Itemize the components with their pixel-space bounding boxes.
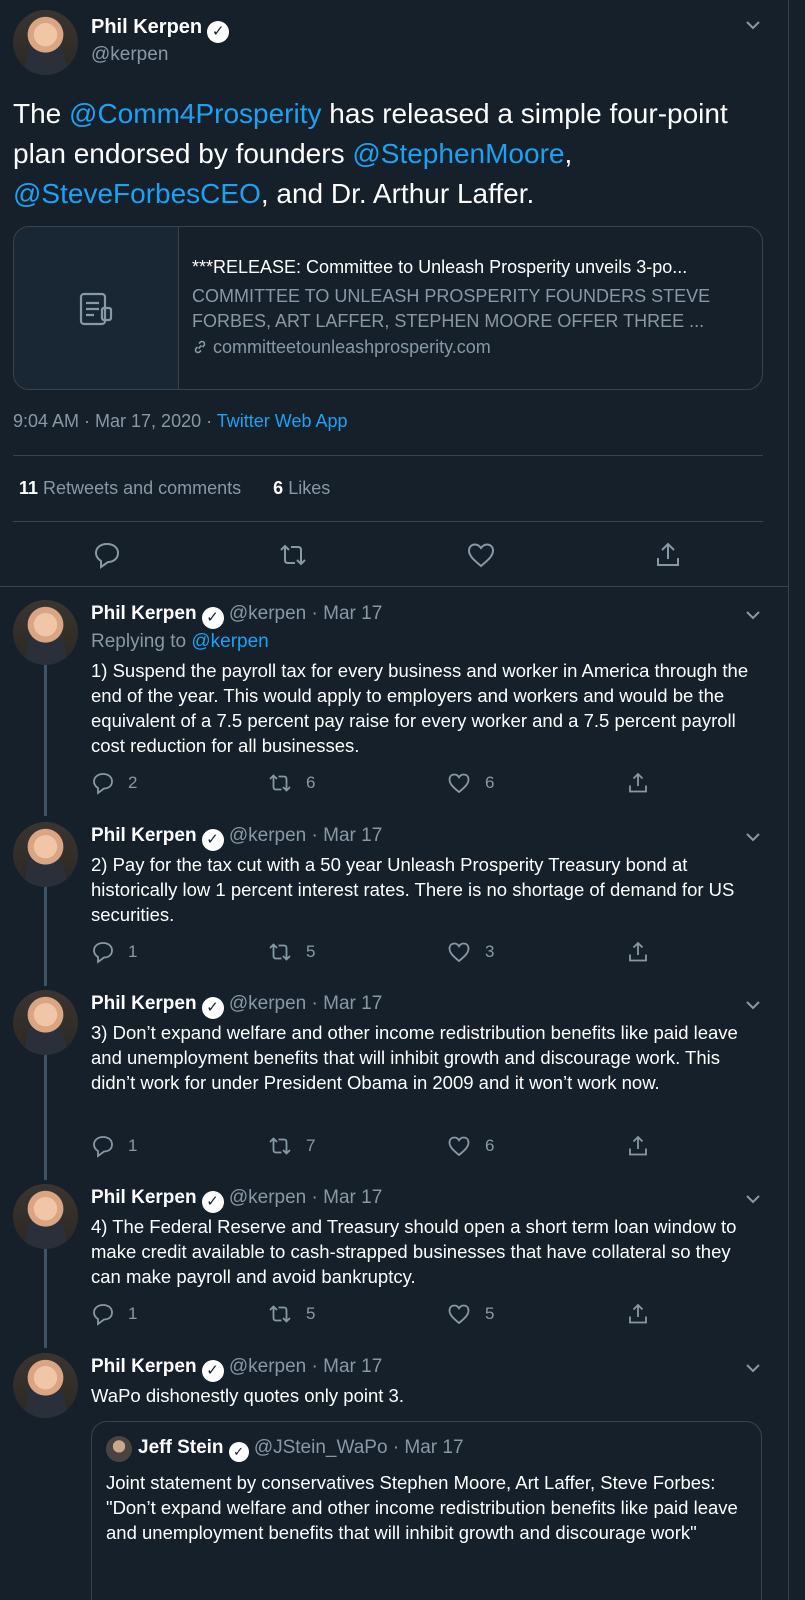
tweet-timestamp: 9:04 AM · Mar 17, 2020 · Twitter Web App bbox=[13, 411, 348, 431]
author-name[interactable]: Phil Kerpen ✓ bbox=[91, 16, 230, 43]
card-body: ***RELEASE: Committee to Unleash Prosper… bbox=[192, 257, 752, 358]
share-icon[interactable] bbox=[626, 1302, 650, 1326]
like-icon[interactable] bbox=[447, 771, 471, 795]
reply-icon[interactable] bbox=[91, 940, 115, 964]
chevron-down-icon[interactable] bbox=[744, 996, 762, 1014]
card-thumbnail bbox=[14, 227, 179, 389]
tweet-text: The @Comm4Prosperity has released a simp… bbox=[13, 98, 728, 209]
tweet-text: 2) Pay for the tax cut with a 50 year Un… bbox=[91, 854, 735, 925]
avatar bbox=[106, 1436, 132, 1462]
thread-line bbox=[44, 1248, 47, 1348]
chevron-down-icon[interactable] bbox=[744, 16, 762, 34]
author-handle[interactable]: @kerpen bbox=[91, 44, 168, 66]
mention-link[interactable]: @StephenMoore bbox=[352, 138, 564, 169]
like-icon[interactable] bbox=[447, 940, 471, 964]
retweet-icon[interactable] bbox=[278, 540, 308, 570]
chevron-down-icon[interactable] bbox=[744, 1190, 762, 1208]
retweet-icon[interactable] bbox=[268, 940, 292, 964]
tweet-thread: Phil Kerpen ✓ @kerpen The @Comm4Prosperit… bbox=[0, 0, 789, 1600]
quoted-tweet-header: Jeff Stein ✓ @JStein_WaPo · Mar 17 bbox=[138, 1437, 464, 1462]
chevron-down-icon[interactable] bbox=[744, 1359, 762, 1377]
tweet-text: 3) Don’t expand welfare and other income… bbox=[91, 1022, 738, 1093]
avatar[interactable] bbox=[13, 1353, 78, 1418]
mention-link[interactable]: @SteveForbesCEO bbox=[13, 178, 261, 209]
tweet-text: WaPo dishonestly quotes only point 3. bbox=[91, 1385, 404, 1406]
tweet-text: 4) The Federal Reserve and Treasury shou… bbox=[91, 1216, 737, 1287]
avatar[interactable] bbox=[13, 10, 78, 75]
thread-line bbox=[44, 664, 47, 816]
share-icon[interactable] bbox=[626, 771, 650, 795]
chevron-down-icon[interactable] bbox=[744, 828, 762, 846]
reply-icon[interactable] bbox=[92, 540, 122, 570]
share-icon[interactable] bbox=[626, 940, 650, 964]
verified-icon: ✓ bbox=[201, 997, 224, 1019]
tweet-text: 1) Suspend the payroll tax for every bus… bbox=[91, 660, 749, 756]
like-count: 5 bbox=[485, 1304, 495, 1323]
avatar[interactable] bbox=[13, 1184, 78, 1249]
like-count: 6 bbox=[485, 773, 495, 792]
retweets-stat[interactable]: 11 Retweets and comments bbox=[19, 478, 241, 498]
scrollbar-track[interactable] bbox=[789, 0, 805, 1600]
retweet-count: 7 bbox=[306, 1136, 316, 1155]
like-icon[interactable] bbox=[447, 1302, 471, 1326]
reply-icon[interactable] bbox=[91, 771, 115, 795]
divider bbox=[0, 586, 789, 587]
reply-count: 1 bbox=[128, 1304, 138, 1323]
mention-link[interactable]: @Comm4Prosperity bbox=[69, 98, 321, 129]
reply-icon[interactable] bbox=[91, 1134, 115, 1158]
link-icon bbox=[194, 340, 206, 354]
avatar[interactable] bbox=[13, 822, 78, 887]
retweet-icon[interactable] bbox=[268, 771, 292, 795]
quoted-tweet[interactable]: Jeff Stein ✓ @JStein_WaPo · Mar 17 Joint … bbox=[91, 1421, 762, 1600]
verified-icon: ✓ bbox=[201, 829, 224, 851]
link-card[interactable]: ***RELEASE: Committee to Unleash Prosper… bbox=[13, 226, 763, 390]
card-domain: committeetounleashprosperity.com bbox=[192, 337, 752, 358]
document-icon bbox=[79, 292, 113, 326]
avatar[interactable] bbox=[13, 990, 78, 1055]
tweet-header: Phil Kerpen ✓ @kerpen · Mar 17 bbox=[91, 1356, 382, 1382]
avatar[interactable] bbox=[13, 600, 78, 665]
tweet-header: Phil Kerpen ✓ @kerpen · Mar 17 bbox=[91, 1187, 382, 1213]
like-icon[interactable] bbox=[447, 1134, 471, 1158]
thread-line bbox=[44, 886, 47, 986]
verified-icon: ✓ bbox=[201, 1360, 224, 1382]
retweet-count: 5 bbox=[306, 1304, 316, 1323]
retweet-count: 5 bbox=[306, 942, 316, 961]
like-count: 6 bbox=[485, 1136, 495, 1155]
reply-count: 1 bbox=[128, 942, 138, 961]
like-icon[interactable] bbox=[466, 540, 496, 570]
tweet-stats: 11 Retweets and comments 6 Likes bbox=[19, 478, 330, 499]
verified-icon: ✓ bbox=[228, 1442, 249, 1462]
card-description: COMMITTEE TO UNLEASH PROSPERITY FOUNDERS… bbox=[192, 286, 711, 331]
likes-stat[interactable]: 6 Likes bbox=[273, 478, 330, 498]
retweet-icon[interactable] bbox=[268, 1134, 292, 1158]
divider bbox=[13, 455, 763, 456]
chevron-down-icon[interactable] bbox=[744, 606, 762, 624]
divider bbox=[13, 521, 763, 522]
retweet-count: 6 bbox=[306, 773, 316, 792]
verified-icon: ✓ bbox=[201, 607, 224, 629]
replying-to: Replying to @kerpen bbox=[91, 631, 269, 652]
tweet-header: Phil Kerpen ✓ @kerpen · Mar 17 bbox=[91, 825, 382, 851]
tweet-source[interactable]: Twitter Web App bbox=[217, 411, 348, 431]
reply-count: 2 bbox=[128, 773, 138, 792]
tweet-header: Phil Kerpen ✓ @kerpen · Mar 17 bbox=[91, 993, 382, 1019]
card-title: ***RELEASE: Committee to Unleash Prosper… bbox=[192, 257, 688, 277]
thread-line bbox=[44, 1054, 47, 1180]
quoted-tweet-text: Joint statement by conservatives Stephen… bbox=[106, 1472, 738, 1543]
tweet-header: Phil Kerpen ✓ @kerpen · Mar 17 bbox=[91, 603, 382, 629]
verified-icon: ✓ bbox=[207, 21, 230, 43]
share-icon[interactable] bbox=[653, 540, 683, 570]
like-count: 3 bbox=[485, 942, 495, 961]
reply-count: 1 bbox=[128, 1136, 138, 1155]
reply-icon[interactable] bbox=[91, 1302, 115, 1326]
retweet-icon[interactable] bbox=[268, 1302, 292, 1326]
share-icon[interactable] bbox=[626, 1134, 650, 1158]
verified-icon: ✓ bbox=[201, 1191, 224, 1213]
